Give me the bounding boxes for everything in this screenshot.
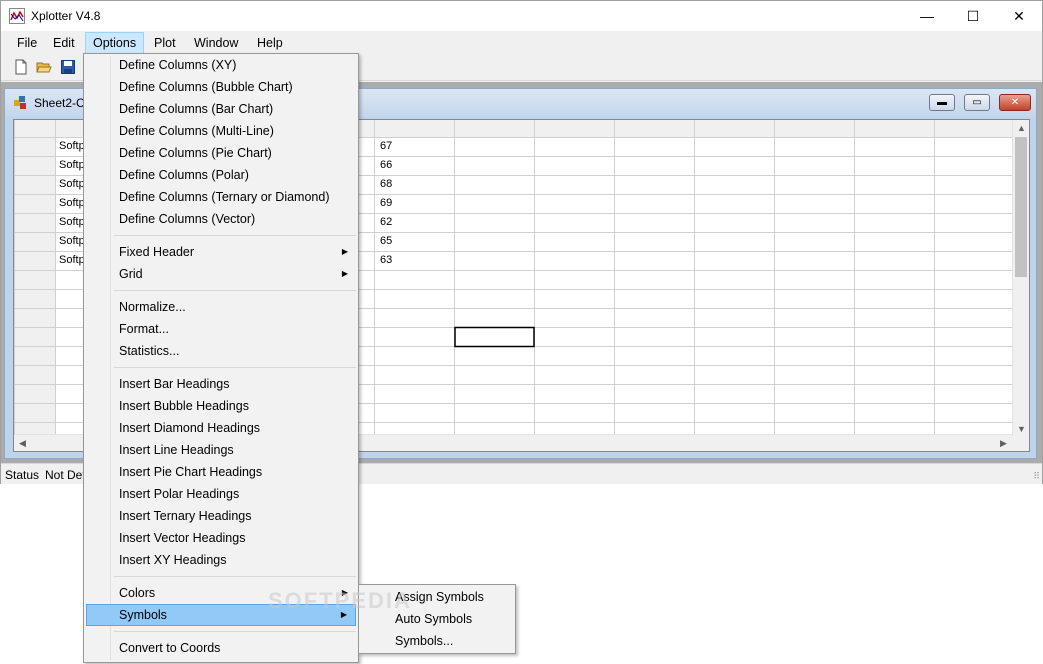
submenu-arrow-icon: ▶ — [341, 247, 348, 256]
menu-separator — [114, 367, 356, 368]
watermark: SOFTPEDIA — [268, 588, 412, 613]
menu-item-label: Insert Bar Headings — [119, 377, 230, 391]
status-value: Not Def — [45, 468, 86, 482]
menu-item-label: Define Columns (XY) — [119, 58, 237, 72]
menu-item-normalize[interactable]: Normalize... — [86, 296, 356, 318]
menu-separator — [114, 290, 356, 291]
menu-item-format[interactable]: Format... — [86, 318, 356, 340]
menu-item-label: Define Columns (Polar) — [119, 168, 249, 182]
menu-item-define-columns-xy[interactable]: Define Columns (XY) — [86, 54, 356, 76]
row-header-column — [14, 120, 55, 434]
menu-item-convert-to-coords[interactable]: Convert to Coords — [86, 637, 356, 659]
menu-item-label: Define Columns (Bar Chart) — [119, 102, 274, 116]
menu-item-label: Insert Vector Headings — [119, 531, 246, 545]
grid-cell[interactable]: 67 — [380, 140, 392, 152]
menu-item-label: Insert Ternary Headings — [119, 509, 252, 523]
menu-item-insert-line-headings[interactable]: Insert Line Headings — [86, 439, 356, 461]
close-button[interactable]: ✕ — [996, 1, 1042, 31]
menu-item-label: Fixed Header — [119, 245, 195, 259]
menu-item-label: Normalize... — [119, 300, 186, 314]
menu-item-label: Define Columns (Ternary or Diamond) — [119, 190, 330, 204]
save-disk-icon[interactable] — [60, 59, 76, 75]
menu-item-label: Colors — [119, 586, 156, 600]
menu-item-insert-polar-headings[interactable]: Insert Polar Headings — [86, 483, 356, 505]
grid-cell[interactable]: 65 — [380, 235, 392, 247]
grid-cell[interactable]: 66 — [380, 159, 392, 171]
xplotter-app-icon — [9, 8, 25, 24]
menu-item-statistics[interactable]: Statistics... — [86, 340, 356, 362]
options-dropdown-menu: Define Columns (XY) Define Columns (Bubbl… — [83, 53, 359, 663]
maximize-button[interactable]: ☐ — [950, 1, 996, 31]
open-folder-icon[interactable] — [36, 59, 52, 75]
status-label: Status — [5, 468, 40, 482]
sheet-minimize-button[interactable]: ▬ — [929, 94, 955, 111]
menu-item-label: Insert Bubble Headings — [119, 399, 249, 413]
menu-item-label: Symbols — [119, 608, 167, 622]
sheet-close-button[interactable]: ✕ — [999, 94, 1031, 111]
menu-separator — [114, 235, 356, 236]
sheet-restore-button[interactable]: ▭ — [964, 94, 990, 111]
menu-item-define-columns-pie-chart[interactable]: Define Columns (Pie Chart) — [86, 142, 356, 164]
menu-item-label: Insert Pie Chart Headings — [119, 465, 263, 479]
menu-help[interactable]: Help — [250, 32, 290, 54]
menu-item-grid[interactable]: Grid ▶ — [86, 263, 356, 285]
menu-item-label: Insert Diamond Headings — [119, 421, 261, 435]
menu-options[interactable]: Options — [85, 32, 145, 54]
sheet-icon — [14, 96, 26, 109]
vertical-scrollbar[interactable]: ▲ ▼ — [1012, 120, 1029, 451]
resize-grip-icon[interactable]: ⠿ — [1033, 471, 1040, 482]
sheet-title: Sheet2-C: — [34, 96, 89, 110]
new-document-icon[interactable] — [13, 59, 29, 75]
scroll-right-icon[interactable]: ▶ — [1000, 438, 1007, 449]
menu-bar: File Edit Options Plot Window Help — [1, 32, 1042, 54]
menu-item-label: Grid — [119, 267, 143, 281]
grid-cell[interactable]: 69 — [380, 197, 392, 209]
scroll-down-icon[interactable]: ▼ — [1017, 424, 1026, 434]
grid-cell[interactable]: 62 — [380, 216, 392, 228]
menu-edit[interactable]: Edit — [46, 32, 82, 54]
menu-item-fixed-header[interactable]: Fixed Header ▶ — [86, 241, 356, 263]
menu-item-define-columns-polar[interactable]: Define Columns (Polar) — [86, 164, 356, 186]
menu-item-define-columns-vector[interactable]: Define Columns (Vector) — [86, 208, 356, 230]
menu-item-insert-xy-headings[interactable]: Insert XY Headings — [86, 549, 356, 571]
menu-item-insert-bubble-headings[interactable]: Insert Bubble Headings — [86, 395, 356, 417]
window-title: Xplotter V4.8 — [31, 9, 101, 23]
submenu-item-symbols[interactable]: Symbols... — [361, 630, 513, 652]
menu-item-define-columns-bar-chart[interactable]: Define Columns (Bar Chart) — [86, 98, 356, 120]
menu-item-insert-pie-chart-headings[interactable]: Insert Pie Chart Headings — [86, 461, 356, 483]
menu-item-label: Define Columns (Multi-Line) — [119, 124, 274, 138]
menu-item-label: Define Columns (Bubble Chart) — [119, 80, 293, 94]
minimize-button[interactable]: — — [904, 1, 950, 31]
menu-item-define-columns-ternary-or-diamond[interactable]: Define Columns (Ternary or Diamond) — [86, 186, 356, 208]
menu-item-define-columns-multi-line[interactable]: Define Columns (Multi-Line) — [86, 120, 356, 142]
menu-item-label: Format... — [119, 322, 170, 336]
menu-item-label: Statistics... — [119, 344, 180, 358]
menu-item-label: Define Columns (Vector) — [119, 212, 256, 226]
submenu-arrow-icon: ▶ — [341, 269, 348, 278]
menu-item-insert-ternary-headings[interactable]: Insert Ternary Headings — [86, 505, 356, 527]
menu-file[interactable]: File — [10, 32, 44, 54]
menu-item-label: Convert to Coords — [119, 641, 221, 655]
menu-plot[interactable]: Plot — [147, 32, 183, 54]
grid-cell[interactable]: 63 — [380, 254, 392, 266]
menu-item-label: Define Columns (Pie Chart) — [119, 146, 272, 160]
menu-item-insert-diamond-headings[interactable]: Insert Diamond Headings — [86, 417, 356, 439]
title-bar[interactable]: Xplotter V4.8 — ☐ ✕ — [1, 1, 1042, 31]
menu-separator — [114, 631, 356, 632]
menu-separator — [114, 576, 356, 577]
menu-window[interactable]: Window — [187, 32, 245, 54]
menu-item-label: Insert Line Headings — [119, 443, 234, 457]
scroll-left-icon[interactable]: ◀ — [19, 438, 26, 449]
menu-item-insert-bar-headings[interactable]: Insert Bar Headings — [86, 373, 356, 395]
selected-cell[interactable] — [454, 326, 535, 348]
grid-cell[interactable]: 68 — [380, 178, 392, 190]
scroll-up-icon[interactable]: ▲ — [1017, 123, 1026, 133]
menu-item-define-columns-bubble-chart[interactable]: Define Columns (Bubble Chart) — [86, 76, 356, 98]
vertical-scroll-thumb[interactable] — [1015, 137, 1027, 277]
menu-item-label: Insert Polar Headings — [119, 487, 240, 501]
menu-item-insert-vector-headings[interactable]: Insert Vector Headings — [86, 527, 356, 549]
menu-item-label: Insert XY Headings — [119, 553, 227, 567]
